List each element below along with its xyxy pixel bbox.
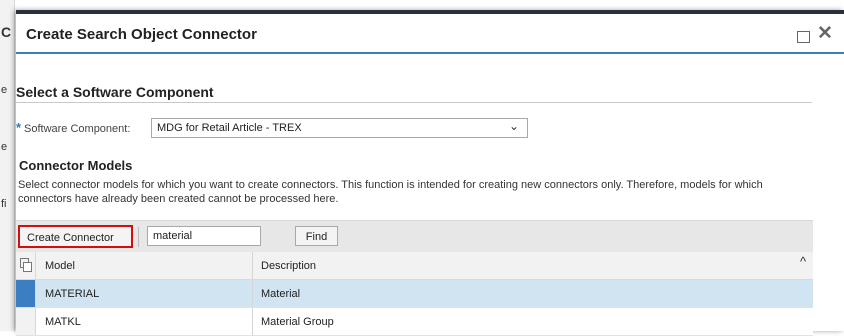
software-component-label: Software Component: [24, 123, 131, 135]
models-table: Model Description ^ MATERIAL Material MA… [16, 252, 813, 336]
required-marker: * [16, 120, 22, 135]
background-text: e [1, 84, 8, 96]
background-text: C [1, 24, 12, 40]
column-divider [252, 280, 253, 307]
cell-description: Material [261, 288, 301, 300]
table-row[interactable]: MATKL Material Group [16, 308, 813, 336]
scroll-up-icon[interactable]: ^ [800, 254, 806, 269]
select-all-icon [20, 258, 32, 272]
background-text: e [1, 141, 8, 153]
dialog-header: Create Search Object Connector ✕ [16, 14, 844, 54]
section-title-software-component: Select a Software Component [16, 84, 214, 100]
search-input[interactable] [147, 226, 261, 246]
table-toolbar: Create Connector Find [16, 220, 813, 253]
table-row[interactable]: MATERIAL Material [16, 280, 813, 308]
software-component-value: MDG for Retail Article - TREX [157, 122, 302, 134]
dialog-title: Create Search Object Connector [26, 26, 257, 43]
column-header-model[interactable]: Model [45, 260, 75, 272]
toolbar-separator [138, 227, 139, 247]
connector-models-description: Select connector models for which you wa… [18, 179, 763, 205]
column-header-description[interactable]: Description [261, 260, 316, 272]
chevron-down-icon[interactable]: ⌄ [509, 119, 519, 133]
cell-model: MATERIAL [45, 288, 100, 300]
maximize-icon[interactable] [797, 31, 810, 43]
connector-models-title: Connector Models [19, 158, 133, 173]
select-all-cell[interactable] [16, 252, 36, 279]
close-icon[interactable]: ✕ [817, 24, 833, 43]
cell-description: Material Group [261, 316, 334, 328]
row-selector[interactable] [16, 280, 36, 307]
cell-model: MATKL [45, 316, 81, 328]
find-label: Find [305, 231, 328, 243]
table-header-row: Model Description ^ [16, 252, 813, 280]
background-text: fi [1, 198, 7, 210]
create-connector-label: Create Connector [27, 232, 114, 244]
section-divider [16, 102, 812, 103]
create-connector-button[interactable]: Create Connector [18, 225, 133, 248]
software-component-select[interactable]: MDG for Retail Article - TREX ⌄ [151, 118, 528, 138]
find-button[interactable]: Find [295, 226, 338, 246]
column-divider [252, 252, 253, 279]
background-app-strip: C e e fi [0, 0, 15, 331]
